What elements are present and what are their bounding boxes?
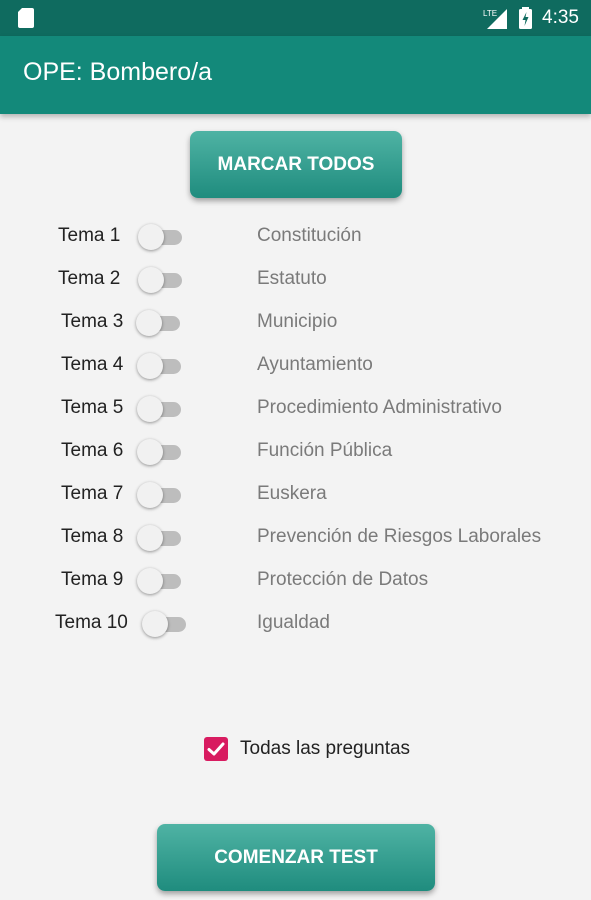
topic-name: Estatuto [257, 268, 327, 289]
network-label: LTE [483, 9, 497, 18]
topic-toggle[interactable] [137, 482, 183, 508]
topic-row: Tema 6 Función Pública [0, 434, 591, 468]
mark-all-button[interactable]: MARCAR TODOS [190, 131, 402, 198]
topic-row: Tema 3 Municipio [0, 305, 591, 339]
start-test-button[interactable]: COMENZAR TEST [157, 824, 435, 891]
topic-name: Ayuntamiento [257, 354, 373, 375]
topic-row: Tema 2 Estatuto [0, 262, 591, 296]
topic-toggle[interactable] [142, 611, 188, 637]
topic-row: Tema 5 Procedimiento Administrativo [0, 391, 591, 425]
topic-row: Tema 9 Protección de Datos [0, 563, 591, 597]
status-bar: LTE 4:35 [0, 0, 591, 36]
topic-number: Tema 3 [61, 311, 124, 332]
all-questions-checkbox[interactable] [204, 737, 228, 761]
topic-number: Tema 9 [61, 569, 124, 590]
topic-name: Igualdad [257, 612, 330, 633]
topic-number: Tema 7 [61, 483, 124, 504]
sd-card-icon [18, 8, 34, 28]
topic-row: Tema 1 Constitución [0, 219, 591, 253]
topic-row: Tema 10 Igualdad [0, 606, 591, 640]
app-bar: OPE: Bombero/a [0, 36, 591, 114]
topic-number: Tema 4 [61, 354, 124, 375]
topic-toggle[interactable] [137, 396, 183, 422]
topic-number: Tema 1 [58, 225, 121, 246]
topic-name: Prevención de Riesgos Laborales [257, 526, 542, 547]
topic-toggle[interactable] [136, 310, 182, 336]
topic-name: Constitución [257, 225, 362, 246]
status-time: 4:35 [542, 7, 579, 28]
battery-charging-icon [519, 7, 533, 29]
checkmark-icon [207, 742, 225, 756]
topic-name: Euskera [257, 483, 327, 504]
topic-toggle[interactable] [137, 439, 183, 465]
topic-number: Tema 6 [61, 440, 124, 461]
topic-number: Tema 8 [61, 526, 124, 547]
topic-name: Procedimiento Administrativo [257, 397, 502, 418]
topic-number: Tema 10 [55, 612, 128, 633]
topic-row: Tema 7 Euskera [0, 477, 591, 511]
topic-toggle[interactable] [138, 224, 184, 250]
topic-toggle[interactable] [138, 267, 184, 293]
topic-row: Tema 4 Ayuntamiento [0, 348, 591, 382]
page-title: OPE: Bombero/a [23, 58, 212, 86]
topic-name: Municipio [257, 311, 338, 332]
topic-toggle[interactable] [137, 568, 183, 594]
all-questions-label: Todas las preguntas [240, 738, 411, 759]
topic-number: Tema 5 [61, 397, 124, 418]
topic-toggle[interactable] [137, 353, 183, 379]
status-icons: LTE 4:35 [483, 6, 579, 30]
topic-name: Función Pública [257, 440, 393, 461]
topic-number: Tema 2 [58, 268, 121, 289]
topic-row: Tema 8 Prevención de Riesgos Laborales [0, 520, 591, 554]
signal-icon: LTE [483, 9, 508, 29]
topic-toggle[interactable] [137, 525, 183, 551]
topic-name: Protección de Datos [257, 569, 429, 590]
